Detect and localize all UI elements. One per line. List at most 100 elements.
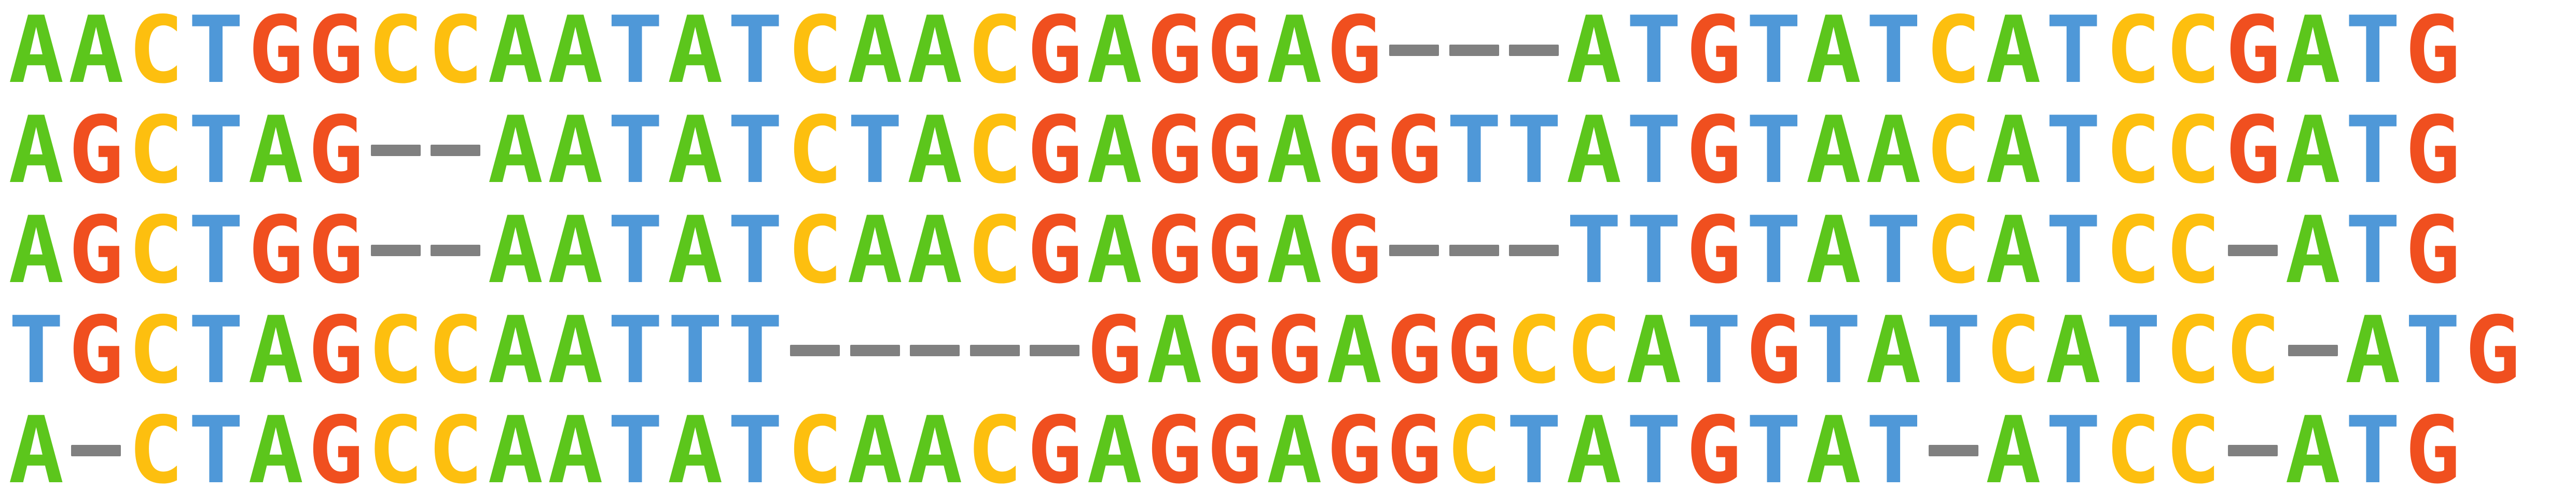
base-a: A <box>1087 196 1143 304</box>
base-g: G <box>2405 396 2461 504</box>
gap-bar <box>370 144 421 156</box>
base-g: G <box>68 96 124 204</box>
base-t: T <box>727 296 783 404</box>
base-t: T <box>1746 96 1802 204</box>
base-g: G <box>1027 196 1083 304</box>
base-a: A <box>2345 296 2401 404</box>
gap <box>1923 400 1984 500</box>
base-g: G <box>1326 396 1382 504</box>
base-g: G <box>1686 196 1742 304</box>
base-a: A <box>1326 296 1382 404</box>
base-t: T <box>8 296 64 404</box>
base-g: G <box>1386 96 1442 204</box>
base-c: C <box>2165 0 2221 104</box>
gap <box>366 200 426 300</box>
base-a: A <box>2285 196 2341 304</box>
base-c: C <box>2165 396 2221 504</box>
gap-bar <box>1449 244 1499 256</box>
base-g: G <box>308 396 364 504</box>
base-c: C <box>2225 296 2281 404</box>
base-g: G <box>1266 296 1322 404</box>
base-a: A <box>1266 96 1322 204</box>
gap <box>66 400 127 500</box>
gap <box>965 300 1025 400</box>
base-t: T <box>2405 296 2461 404</box>
base-c: C <box>2105 396 2161 504</box>
base-g: G <box>1686 396 1742 504</box>
base-a: A <box>1985 396 2041 504</box>
base-t: T <box>607 396 663 504</box>
base-g: G <box>68 196 124 304</box>
base-c: C <box>787 396 843 504</box>
base-a: A <box>1566 96 1622 204</box>
base-g: G <box>1207 396 1263 504</box>
base-t: T <box>188 396 244 504</box>
gap <box>1444 200 1504 300</box>
base-g: G <box>1027 396 1083 504</box>
base-a: A <box>488 96 544 204</box>
base-t: T <box>607 196 663 304</box>
base-t: T <box>847 96 903 204</box>
base-a: A <box>667 196 723 304</box>
gap-bar <box>1509 244 1559 256</box>
base-c: C <box>1506 296 1562 404</box>
sequence-row: TGCTAGCCAATTTGAGGAGGCCATGTATCATCCATG <box>0 300 2576 400</box>
base-c: C <box>2165 96 2221 204</box>
base-g: G <box>2405 196 2461 304</box>
base-a: A <box>1566 0 1622 104</box>
base-a: A <box>547 196 603 304</box>
base-a: A <box>1146 296 1202 404</box>
base-a: A <box>547 396 603 504</box>
base-g: G <box>1027 0 1083 104</box>
gap <box>1384 200 1445 300</box>
sequence-row: ACTAGCCAATATCAACGAGGAGGCTATGTATATCCATG <box>0 400 2576 500</box>
base-t: T <box>2345 96 2401 204</box>
gap-bar <box>1928 444 1978 456</box>
base-g: G <box>1326 96 1382 204</box>
base-g: G <box>1746 296 1802 404</box>
base-a: A <box>248 296 304 404</box>
base-a: A <box>2285 396 2341 504</box>
base-a: A <box>1806 396 1862 504</box>
gap-bar <box>970 344 1020 356</box>
gap-bar <box>1389 44 1439 56</box>
base-g: G <box>2464 296 2520 404</box>
base-t: T <box>2045 96 2101 204</box>
base-g: G <box>1146 0 1202 104</box>
gap-bar <box>1030 344 1080 356</box>
base-c: C <box>967 396 1023 504</box>
gap <box>2283 300 2343 400</box>
gap-bar <box>431 244 481 256</box>
gap <box>785 300 846 400</box>
base-a: A <box>907 96 963 204</box>
gap-bar <box>370 244 421 256</box>
base-t: T <box>1626 196 1682 304</box>
base-a: A <box>488 196 544 304</box>
base-a: A <box>8 96 64 204</box>
base-t: T <box>1686 296 1742 404</box>
base-c: C <box>1446 396 1502 504</box>
base-c: C <box>427 296 483 404</box>
base-t: T <box>2105 296 2161 404</box>
base-g: G <box>308 196 364 304</box>
base-t: T <box>727 96 783 204</box>
base-c: C <box>787 196 843 304</box>
base-g: G <box>248 0 304 104</box>
base-a: A <box>907 396 963 504</box>
base-c: C <box>967 0 1023 104</box>
gap-bar <box>850 344 900 356</box>
gap-bar <box>790 344 840 356</box>
base-c: C <box>128 396 184 504</box>
base-g: G <box>1207 196 1263 304</box>
base-g: G <box>2405 0 2461 104</box>
base-a: A <box>1087 0 1143 104</box>
base-a: A <box>8 196 64 304</box>
sequence-alignment: AACTGGCCAATATCAACGAGGAGATGTATCATCCGATGAG… <box>0 0 2576 501</box>
base-c: C <box>368 0 424 104</box>
gap <box>1444 0 1504 100</box>
base-t: T <box>1506 396 1562 504</box>
base-t: T <box>1865 0 1921 104</box>
base-a: A <box>547 96 603 204</box>
gap <box>366 100 426 200</box>
base-t: T <box>2045 196 2101 304</box>
